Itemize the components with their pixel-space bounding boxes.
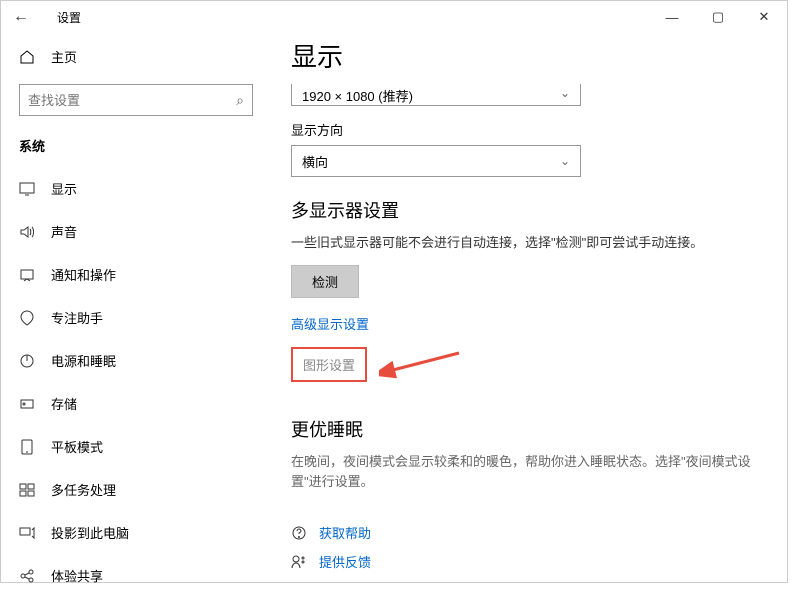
graphics-settings-link[interactable]: 图形设置 bbox=[291, 347, 367, 382]
sidebar-item-focus[interactable]: 专注助手 bbox=[1, 296, 271, 339]
project-icon bbox=[19, 525, 35, 541]
advanced-display-link[interactable]: 高级显示设置 bbox=[291, 314, 767, 333]
notifications-icon bbox=[19, 267, 35, 283]
sidebar-item-multitask[interactable]: 多任务处理 bbox=[1, 468, 271, 511]
orientation-dropdown[interactable]: 横向 ⌄ bbox=[291, 145, 581, 177]
help-label: 获取帮助 bbox=[319, 523, 371, 542]
resolution-value: 1920 × 1080 (推荐) bbox=[302, 86, 413, 105]
close-button[interactable]: ✕ bbox=[741, 1, 787, 33]
search-icon: ⌕ bbox=[236, 92, 244, 109]
sidebar-item-label: 电源和睡眠 bbox=[51, 351, 116, 370]
sidebar-item-label: 显示 bbox=[51, 179, 77, 198]
sidebar-item-label: 专注助手 bbox=[51, 308, 103, 327]
sidebar-item-label: 通知和操作 bbox=[51, 265, 116, 284]
power-icon bbox=[19, 353, 35, 369]
tablet-icon bbox=[19, 439, 35, 455]
help-icon bbox=[291, 525, 307, 541]
sidebar-item-label: 多任务处理 bbox=[51, 480, 116, 499]
sidebar-item-power[interactable]: 电源和睡眠 bbox=[1, 339, 271, 382]
chevron-down-icon: ⌄ bbox=[560, 86, 570, 100]
sidebar-item-project[interactable]: 投影到此电脑 bbox=[1, 511, 271, 554]
sound-icon bbox=[19, 224, 35, 240]
maximize-button[interactable]: ▢ bbox=[695, 1, 741, 33]
sleep-desc: 在晚间，夜间模式会显示较柔和的暖色，帮助你进入睡眠状态。选择"夜间模式设置"进行… bbox=[291, 452, 767, 494]
orientation-label: 显示方向 bbox=[291, 120, 767, 139]
resolution-dropdown[interactable]: 1920 × 1080 (推荐) ⌄ bbox=[291, 84, 581, 106]
multi-display-heading: 多显示器设置 bbox=[291, 197, 767, 223]
multitask-icon bbox=[19, 482, 35, 498]
sidebar-item-shared[interactable]: 体验共享 bbox=[1, 554, 271, 597]
page-title: 显示 bbox=[291, 37, 767, 74]
chevron-down-icon: ⌄ bbox=[560, 154, 570, 168]
sidebar-item-storage[interactable]: 存储 bbox=[1, 382, 271, 425]
window-title: 设置 bbox=[57, 9, 81, 26]
storage-icon bbox=[19, 396, 35, 412]
sleep-heading: 更优睡眠 bbox=[291, 416, 767, 442]
sidebar-item-label: 体验共享 bbox=[51, 566, 103, 585]
sidebar-item-notifications[interactable]: 通知和操作 bbox=[1, 253, 271, 296]
display-icon bbox=[19, 181, 35, 197]
home-icon bbox=[19, 49, 35, 65]
minimize-button[interactable]: — bbox=[649, 1, 695, 33]
home-button[interactable]: 主页 bbox=[1, 37, 271, 76]
sidebar-item-tablet[interactable]: 平板模式 bbox=[1, 425, 271, 468]
sidebar-item-label: 存储 bbox=[51, 394, 77, 413]
back-button[interactable]: ← bbox=[9, 8, 33, 26]
feedback-icon bbox=[291, 554, 307, 570]
share-icon bbox=[19, 568, 35, 584]
sidebar-item-sound[interactable]: 声音 bbox=[1, 210, 271, 253]
search-input[interactable]: ⌕ bbox=[19, 84, 253, 116]
get-help-link[interactable]: 获取帮助 bbox=[291, 523, 767, 542]
sidebar-item-label: 平板模式 bbox=[51, 437, 103, 456]
annotation-arrow bbox=[379, 349, 469, 379]
feedback-label: 提供反馈 bbox=[319, 552, 371, 571]
sidebar-item-label: 投影到此电脑 bbox=[51, 523, 129, 542]
sidebar-item-label: 声音 bbox=[51, 222, 77, 241]
focus-icon bbox=[19, 310, 35, 326]
search-field[interactable] bbox=[28, 93, 236, 108]
multi-display-desc: 一些旧式显示器可能不会进行自动连接，选择"检测"即可尝试手动连接。 bbox=[291, 233, 761, 253]
home-label: 主页 bbox=[51, 47, 77, 66]
orientation-value: 横向 bbox=[302, 152, 328, 171]
detect-button[interactable]: 检测 bbox=[291, 265, 359, 298]
feedback-link[interactable]: 提供反馈 bbox=[291, 552, 767, 571]
sidebar-item-display[interactable]: 显示 bbox=[1, 167, 271, 210]
section-header: 系统 bbox=[1, 128, 271, 163]
